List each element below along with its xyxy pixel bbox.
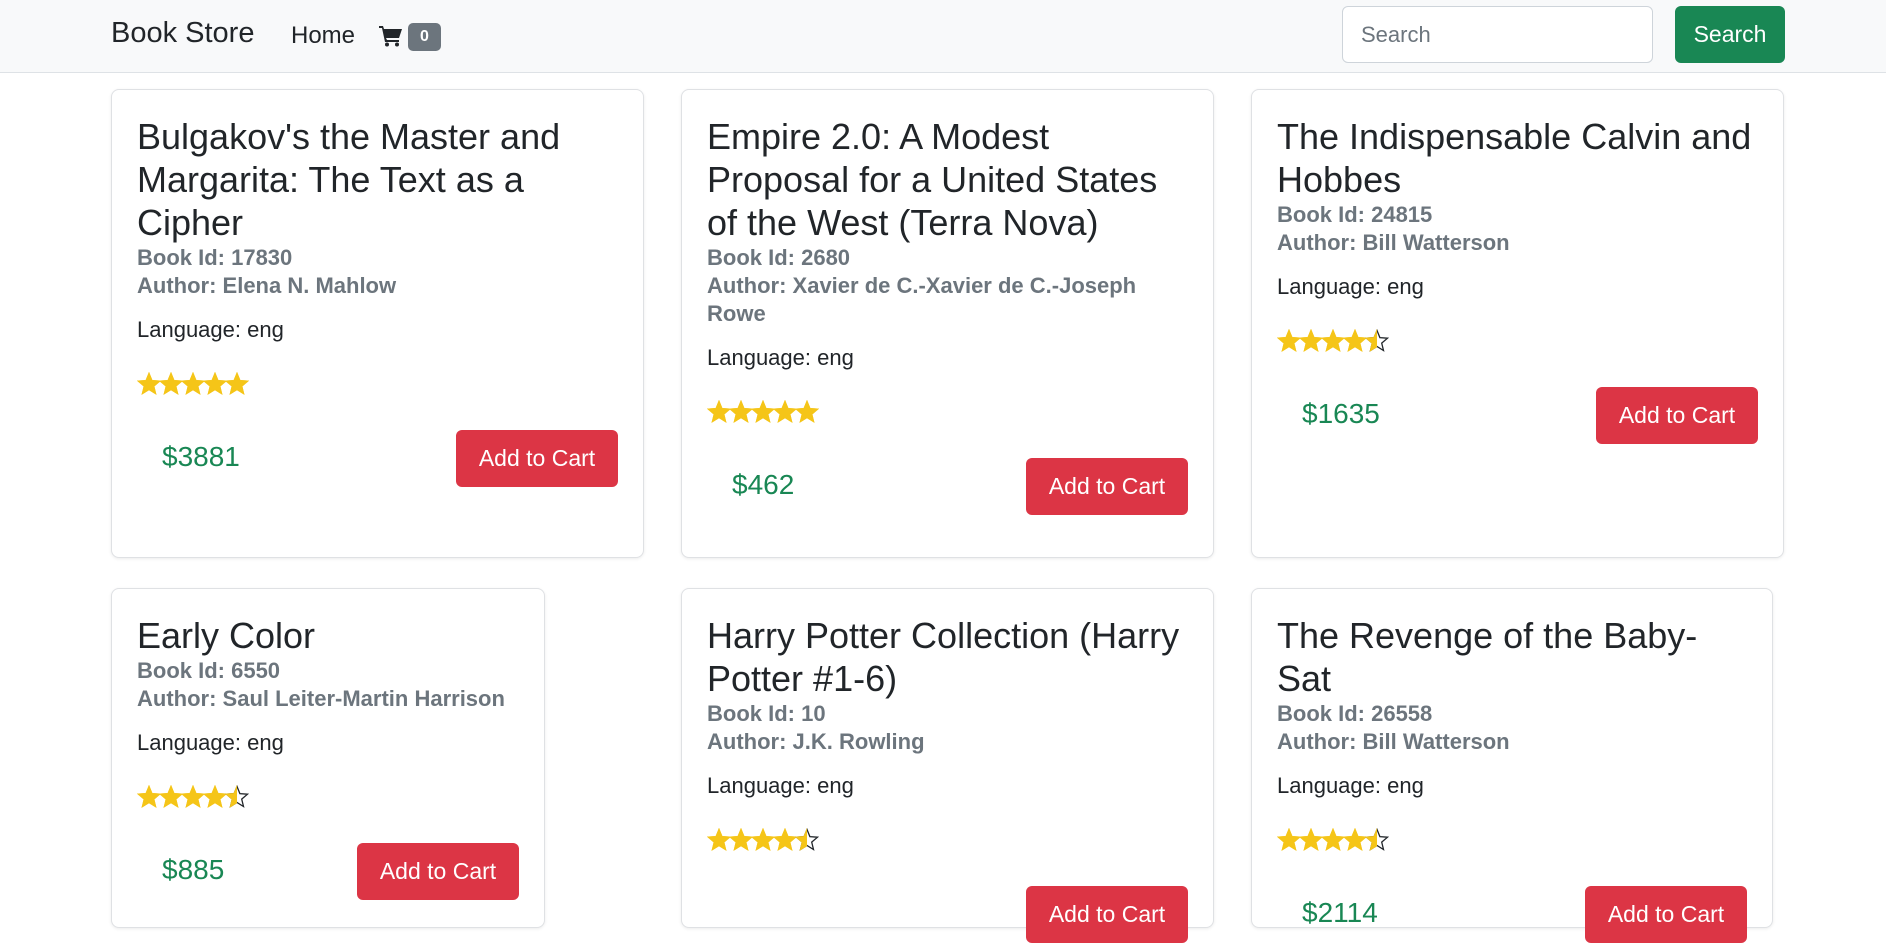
book-id: Book Id: 10: [707, 701, 826, 726]
navbar: Book Store Home 0 Search: [0, 0, 1886, 73]
star-full-icon: [158, 785, 184, 808]
star-rating: [707, 828, 1188, 858]
book-language: Language: eng: [707, 773, 854, 798]
cart-count-badge: 0: [408, 23, 441, 51]
book-title: Empire 2.0: A Modest Proposal for a Unit…: [707, 116, 1158, 243]
star-rating: [1277, 329, 1758, 359]
price-row: $885 Add to Cart: [137, 843, 519, 900]
price-row: $1635 Add to Cart: [1277, 387, 1758, 444]
book-card: The Revenge of the Baby-Sat Book Id: 265…: [1251, 588, 1773, 943]
star-rating: [1277, 828, 1747, 858]
book-author: Author: Bill Watterson: [1277, 729, 1510, 754]
star-rating: [707, 400, 1188, 430]
book-language: Language: eng: [1277, 773, 1424, 798]
star-full-icon: [750, 400, 776, 423]
book-card: Bulgakov's the Master and Margarita: The…: [111, 89, 644, 558]
star-full-icon: [224, 372, 250, 395]
book-price: $885: [162, 854, 225, 885]
add-to-cart-button[interactable]: Add to Cart: [1585, 886, 1747, 943]
search-input[interactable]: [1342, 6, 1653, 63]
book-card: Empire 2.0: A Modest Proposal for a Unit…: [681, 89, 1214, 558]
add-to-cart-button[interactable]: Add to Cart: [1026, 458, 1188, 515]
star-full-icon: [1298, 329, 1324, 352]
star-full-icon: [794, 400, 820, 423]
star-full-icon: [202, 785, 228, 808]
search-button[interactable]: Search: [1675, 6, 1785, 63]
book-price: $462: [732, 469, 795, 500]
book-title: The Revenge of the Baby-Sat: [1277, 615, 1698, 699]
book-id: Book Id: 17830: [137, 245, 293, 270]
star-full-icon: [1342, 828, 1368, 851]
star-full-icon: [772, 400, 798, 423]
star-half-icon: [1364, 828, 1390, 851]
star-full-icon: [137, 372, 162, 395]
book-language: Language: eng: [1277, 274, 1424, 299]
brand-link[interactable]: Book Store: [111, 17, 254, 50]
book-title: The Indispensable Calvin and Hobbes: [1277, 116, 1752, 200]
add-to-cart-button[interactable]: Add to Cart: [456, 430, 618, 487]
book-author: Author: Xavier de C.-Xavier de C.-Joseph…: [707, 273, 1137, 326]
star-full-icon: [158, 372, 184, 395]
star-full-icon: [180, 785, 206, 808]
book-author: Author: J.K. Rowling: [707, 729, 925, 754]
star-full-icon: [1277, 828, 1302, 851]
star-rating: [137, 372, 618, 402]
book-id: Book Id: 6550: [137, 658, 281, 683]
book-card: Early Color Book Id: 6550 Author: Saul L…: [111, 588, 545, 928]
book-id: Book Id: 24815: [1277, 202, 1433, 227]
price-row: $3881 Add to Cart: [137, 430, 618, 487]
star-full-icon: [202, 372, 228, 395]
star-full-icon: [1320, 329, 1346, 352]
book-language: Language: eng: [137, 317, 284, 342]
book-title: Harry Potter Collection (Harry Potter #1…: [707, 615, 1180, 699]
price-row: $2114 Add to Cart: [1277, 886, 1747, 943]
price-row: $462 Add to Cart: [707, 458, 1188, 515]
star-full-icon: [1342, 329, 1368, 352]
star-half-icon: [1364, 329, 1390, 352]
add-to-cart-button[interactable]: Add to Cart: [357, 843, 519, 900]
book-id: Book Id: 26558: [1277, 701, 1433, 726]
nav-home-link[interactable]: Home: [291, 22, 355, 50]
book-price: $2114: [1302, 897, 1378, 928]
book-price: $3881: [162, 441, 240, 472]
star-full-icon: [1298, 828, 1324, 851]
star-full-icon: [1277, 329, 1302, 352]
star-full-icon: [772, 828, 798, 851]
book-author: Author: Bill Watterson: [1277, 230, 1510, 255]
book-title: Early Color: [137, 615, 316, 656]
book-language: Language: eng: [707, 345, 854, 370]
shopping-cart-icon: [379, 26, 402, 47]
book-author: Author: Elena N. Mahlow: [137, 273, 397, 298]
star-full-icon: [728, 828, 754, 851]
book-title: Bulgakov's the Master and Margarita: The…: [137, 116, 561, 243]
star-full-icon: [137, 785, 162, 808]
book-id: Book Id: 2680: [707, 245, 851, 270]
star-rating: [137, 785, 519, 815]
price-row: Add to Cart: [707, 886, 1188, 943]
book-language: Language: eng: [137, 730, 284, 755]
star-full-icon: [707, 828, 732, 851]
star-full-icon: [750, 828, 776, 851]
star-full-icon: [180, 372, 206, 395]
star-full-icon: [1320, 828, 1346, 851]
star-half-icon: [224, 785, 250, 808]
star-full-icon: [728, 400, 754, 423]
book-author: Author: Saul Leiter-Martin Harrison: [137, 686, 505, 711]
add-to-cart-button[interactable]: Add to Cart: [1596, 387, 1758, 444]
book-card: The Indispensable Calvin and Hobbes Book…: [1251, 89, 1784, 558]
star-full-icon: [707, 400, 732, 423]
add-to-cart-button[interactable]: Add to Cart: [1026, 886, 1188, 943]
book-price: $1635: [1302, 398, 1380, 429]
book-card: Harry Potter Collection (Harry Potter #1…: [681, 588, 1214, 943]
star-half-icon: [794, 828, 820, 851]
